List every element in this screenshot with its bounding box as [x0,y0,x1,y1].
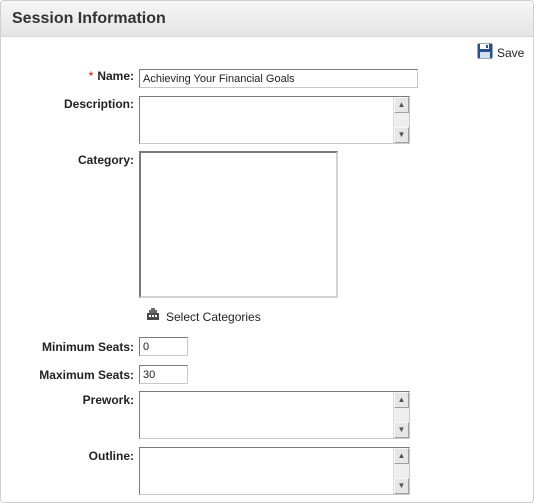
name-label-text: Name: [97,69,134,83]
scroll-down-arrow-icon[interactable]: ▼ [394,478,409,494]
required-marker: * [88,69,94,83]
outline-label: Outline: [88,449,134,463]
scroll-up-arrow-icon[interactable]: ▲ [394,97,409,113]
category-list[interactable] [139,151,338,298]
select-categories-button[interactable]: Select Categories [146,307,261,326]
prework-textarea-box: ▲ ▼ [139,391,410,439]
panel-header: Session Information [1,1,533,37]
category-picker-icon [146,307,160,326]
scroll-up-arrow-icon[interactable]: ▲ [394,448,409,464]
session-information-panel: Session Information Save *Name: Descript… [0,0,534,503]
panel-title: Session Information [12,10,166,27]
save-button[interactable]: Save [477,43,525,64]
description-label: Description: [63,97,134,111]
floppy-disk-icon [477,43,493,64]
save-button-label: Save [497,46,525,60]
name-field[interactable] [139,69,418,88]
description-field[interactable] [140,97,394,143]
outline-field[interactable] [140,448,394,494]
category-label: Category: [77,153,134,167]
outline-textarea-box: ▲ ▼ [139,447,410,495]
minimum-seats-label: Minimum Seats: [41,340,134,354]
prework-scrollbar[interactable]: ▲ ▼ [393,392,409,438]
scroll-up-arrow-icon[interactable]: ▲ [394,392,409,408]
maximum-seats-label: Maximum Seats: [39,368,134,382]
outline-scrollbar[interactable]: ▲ ▼ [393,448,409,494]
description-scrollbar[interactable]: ▲ ▼ [393,97,409,143]
scroll-down-arrow-icon[interactable]: ▼ [394,127,409,143]
name-label: * Name: [89,69,134,83]
maximum-seats-field[interactable] [139,365,188,384]
minimum-seats-field[interactable] [139,337,188,356]
description-textarea-box: ▲ ▼ [139,96,410,144]
prework-label: Prework: [82,393,134,407]
scroll-down-arrow-icon[interactable]: ▼ [394,422,409,438]
select-categories-label: Select Categories [166,309,261,324]
prework-field[interactable] [140,392,394,438]
